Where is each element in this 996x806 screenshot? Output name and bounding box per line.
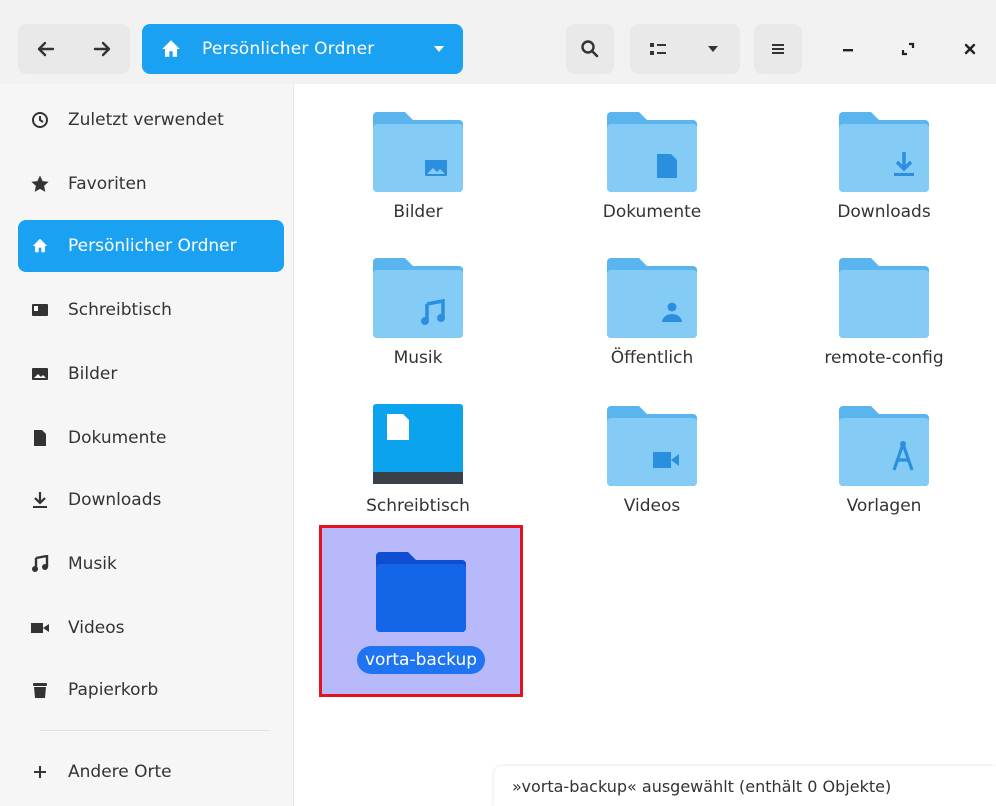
chevron-down-icon <box>434 46 444 52</box>
file-name: Öffentlich <box>610 348 694 368</box>
sidebar-item-videos[interactable]: Videos <box>18 602 284 654</box>
status-bar: »vorta-backup« ausgewählt (enthält 0 Obj… <box>494 766 996 806</box>
sidebar-item-downloads[interactable]: Downloads <box>18 474 284 526</box>
header-bar: Persönlicher Ordner <box>0 0 996 84</box>
sidebar-item-trash[interactable]: Papierkorb <box>18 664 284 716</box>
trash-icon <box>30 680 50 700</box>
folder-public-icon <box>607 258 697 338</box>
chevron-down-icon <box>707 46 718 52</box>
home-icon <box>162 40 180 57</box>
folder-icon <box>376 552 466 632</box>
plus-icon <box>30 762 50 782</box>
file-name: Dokumente <box>602 202 702 222</box>
folder-desktop-icon <box>373 404 463 484</box>
view-toggle-button[interactable] <box>630 24 685 74</box>
minimize-button[interactable] <box>828 24 868 74</box>
sidebar-item-recent[interactable]: Zuletzt verwendet <box>18 94 284 146</box>
file-name: Vorlagen <box>846 496 922 516</box>
file-item-musik[interactable]: Musik <box>318 248 518 378</box>
desktop-icon <box>30 300 50 320</box>
folder-templates-icon <box>839 406 929 486</box>
search-icon <box>581 40 599 58</box>
sidebar-item-label: Downloads <box>68 490 162 510</box>
music-icon <box>30 554 50 574</box>
sidebar-item-other-locations[interactable]: Andere Orte <box>18 746 284 798</box>
minimize-icon <box>843 49 853 52</box>
folder-icon <box>839 258 929 338</box>
sidebar-item-label: Andere Orte <box>68 762 172 782</box>
sidebar-item-label: Musik <box>68 554 117 574</box>
maximize-button[interactable] <box>888 24 928 74</box>
menu-button[interactable] <box>754 24 802 74</box>
maximize-icon <box>901 42 915 56</box>
sidebar-item-desktop[interactable]: Schreibtisch <box>18 284 284 336</box>
home-icon <box>30 236 50 256</box>
file-item-vorlagen[interactable]: Vorlagen <box>784 396 984 526</box>
sidebar-item-documents[interactable]: Dokumente <box>18 412 284 464</box>
sidebar-item-label: Schreibtisch <box>68 300 172 320</box>
sidebar-item-label: Favoriten <box>68 174 147 194</box>
arrow-right-icon <box>93 41 111 57</box>
file-item-bilder[interactable]: Bilder <box>318 102 518 232</box>
sidebar-item-home[interactable]: Persönlicher Ordner <box>18 220 284 272</box>
image-icon <box>30 364 50 384</box>
close-button[interactable] <box>950 24 990 74</box>
back-button[interactable] <box>18 24 74 74</box>
sidebar-item-label: Dokumente <box>68 428 167 448</box>
arrow-left-icon <box>37 41 55 57</box>
sidebar-item-favorites[interactable]: Favoriten <box>18 158 284 210</box>
file-item-remote-config[interactable]: remote-config <box>784 248 984 378</box>
file-item-oeffentlich[interactable]: Öffentlich <box>552 248 752 378</box>
file-name: Musik <box>393 348 443 368</box>
folder-documents-icon <box>607 112 697 192</box>
sidebar-separator <box>40 730 270 731</box>
file-item-vorta-backup[interactable]: vorta-backup <box>319 525 523 697</box>
sidebar-item-label: Videos <box>68 618 125 638</box>
view-options-button[interactable] <box>685 24 740 74</box>
folder-videos-icon <box>607 406 697 486</box>
document-icon <box>30 428 50 448</box>
location-label: Persönlicher Ordner <box>202 39 375 59</box>
sidebar-item-label: Bilder <box>68 364 118 384</box>
sidebar-item-label: Papierkorb <box>68 680 159 700</box>
file-name: Bilder <box>393 202 443 222</box>
folder-music-icon <box>373 258 463 338</box>
search-button[interactable] <box>566 24 614 74</box>
sidebar: Zuletzt verwendet Favoriten Persönlicher… <box>0 84 294 806</box>
folder-pictures-icon <box>373 112 463 192</box>
forward-button[interactable] <box>74 24 130 74</box>
location-button[interactable]: Persönlicher Ordner <box>142 24 463 74</box>
file-name: Downloads <box>837 202 931 222</box>
sidebar-item-label: Persönlicher Ordner <box>68 236 237 256</box>
file-item-dokumente[interactable]: Dokumente <box>552 102 752 232</box>
file-name: Videos <box>623 496 681 516</box>
file-grid: Bilder Dokumente Downloads Musik Öffentl… <box>294 84 996 806</box>
file-item-schreibtisch[interactable]: Schreibtisch <box>318 396 518 526</box>
close-icon <box>964 43 976 55</box>
navigation-group <box>18 24 130 74</box>
sidebar-item-music[interactable]: Musik <box>18 538 284 590</box>
file-item-videos[interactable]: Videos <box>552 396 752 526</box>
file-name: remote-config <box>824 348 944 368</box>
sidebar-item-pictures[interactable]: Bilder <box>18 348 284 400</box>
download-icon <box>30 490 50 510</box>
view-controls <box>630 24 740 74</box>
status-text: »vorta-backup« ausgewählt (enthält 0 Obj… <box>512 776 892 796</box>
folder-downloads-icon <box>839 112 929 192</box>
clock-icon <box>30 110 50 130</box>
video-icon <box>30 618 50 638</box>
star-icon <box>30 174 50 194</box>
hamburger-menu-icon <box>772 44 784 54</box>
grid-view-icon <box>649 43 666 55</box>
file-item-downloads[interactable]: Downloads <box>784 102 984 232</box>
file-name: vorta-backup <box>356 646 486 674</box>
file-name: Schreibtisch <box>366 496 470 516</box>
sidebar-item-label: Zuletzt verwendet <box>68 110 224 130</box>
